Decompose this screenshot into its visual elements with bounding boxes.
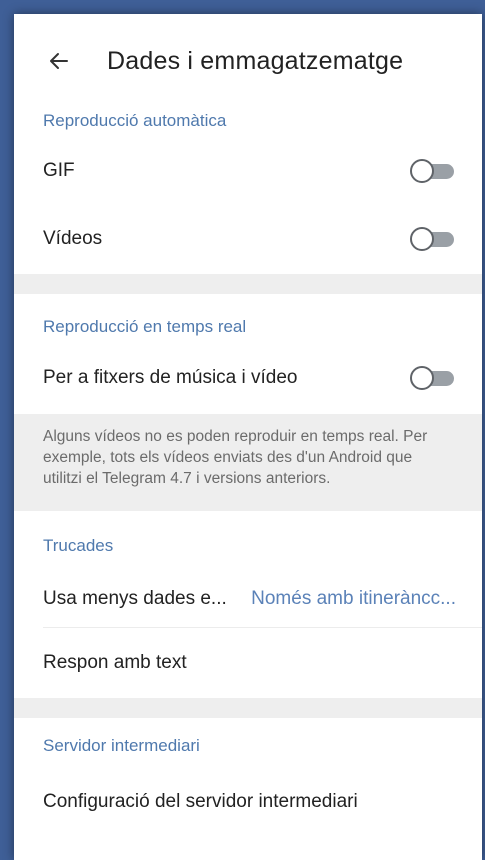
videos-autoplay-row[interactable]: Vídeos xyxy=(14,204,482,274)
section-divider xyxy=(14,698,482,718)
section-header-calls: Trucades xyxy=(43,536,114,555)
section-divider xyxy=(14,274,482,294)
videos-label: Vídeos xyxy=(43,228,103,249)
proxy-settings-row[interactable]: Configuració del servidor intermediari xyxy=(14,774,482,830)
streaming-toggle[interactable] xyxy=(410,366,456,390)
less-data-label: Usa menys dades e... xyxy=(43,588,227,609)
section-header-autoplay: Reproducció automàtica xyxy=(43,111,227,130)
app-bar: Dades i emmagatzematge xyxy=(14,14,482,108)
gif-toggle[interactable] xyxy=(410,158,456,183)
section-header-proxy: Servidor intermediari xyxy=(43,736,200,755)
respond-with-text-row[interactable]: Respon amb text xyxy=(14,628,482,698)
proxy-settings-label: Configuració del servidor intermediari xyxy=(43,791,358,812)
less-data-value: Només amb itineràncc... xyxy=(251,588,456,609)
settings-screen: Dades i emmagatzematge Reproducció autom… xyxy=(14,14,482,860)
streaming-label: Per a fitxers de música i vídeo xyxy=(43,367,298,388)
streaming-info-text: Alguns vídeos no es poden reproduir en t… xyxy=(14,414,482,511)
gif-label: GIF xyxy=(43,159,75,181)
section-header-streaming: Reproducció en temps real xyxy=(43,317,247,336)
gif-autoplay-row[interactable]: GIF xyxy=(14,137,482,204)
respond-text-label: Respon amb text xyxy=(43,652,187,673)
page-title: Dades i emmagatzematge xyxy=(107,46,404,75)
toggle-knob xyxy=(410,158,434,183)
less-data-calls-row[interactable]: Usa menys dades e... Només amb itinerànc… xyxy=(14,571,482,627)
toggle-knob xyxy=(410,366,434,390)
videos-toggle[interactable] xyxy=(410,227,456,251)
toggle-knob xyxy=(410,227,434,251)
arrow-left-icon[interactable] xyxy=(44,46,74,76)
streaming-music-video-row[interactable]: Per a fitxers de música i vídeo xyxy=(14,352,482,404)
